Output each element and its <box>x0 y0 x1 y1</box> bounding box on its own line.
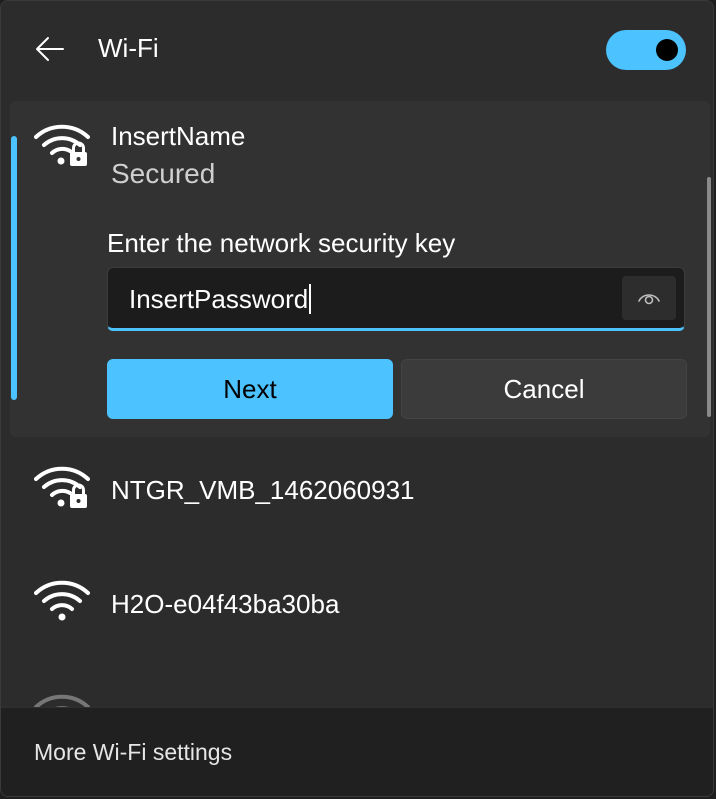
toggle-knob <box>656 39 678 61</box>
security-key-label: Enter the network security key <box>107 228 456 258</box>
network-status: Secured <box>111 158 216 189</box>
eye-icon <box>638 294 660 305</box>
wifi-icon <box>34 580 90 621</box>
network-name: InsertName <box>111 121 246 151</box>
next-button[interactable]: Next <box>107 359 393 419</box>
scrollbar-thumb[interactable] <box>707 177 711 417</box>
wifi-toggle[interactable] <box>606 30 686 70</box>
network-item[interactable]: H2O-e04f43ba30ba <box>1 553 713 653</box>
wifi-flyout: Wi-Fi InsertName Secured Enter the netwo… <box>0 0 714 797</box>
more-wifi-settings-link[interactable]: More Wi-Fi settings <box>34 739 232 766</box>
network-item-expanded: InsertName Secured Enter the network sec… <box>10 101 710 437</box>
security-key-input[interactable]: InsertPassword <box>107 267 685 331</box>
flyout-header: Wi-Fi <box>1 1 713 99</box>
reveal-password-button[interactable] <box>622 276 676 320</box>
cancel-button[interactable]: Cancel <box>401 359 687 419</box>
wifi-secured-icon <box>34 466 90 508</box>
page-title: Wi-Fi <box>98 33 159 63</box>
flyout-footer: More Wi-Fi settings <box>1 707 713 796</box>
security-key-value: InsertPassword <box>129 284 312 315</box>
text-caret <box>309 284 312 314</box>
network-item[interactable]: NTGR_VMB_1462060931 <box>1 439 713 539</box>
wifi-secured-icon <box>34 124 90 166</box>
selection-indicator <box>11 136 17 400</box>
back-button[interactable] <box>27 31 73 67</box>
network-name: NTGR_VMB_1462060931 <box>111 475 415 505</box>
network-name: H2O-e04f43ba30ba <box>111 589 340 619</box>
arrow-left-icon <box>36 37 64 61</box>
